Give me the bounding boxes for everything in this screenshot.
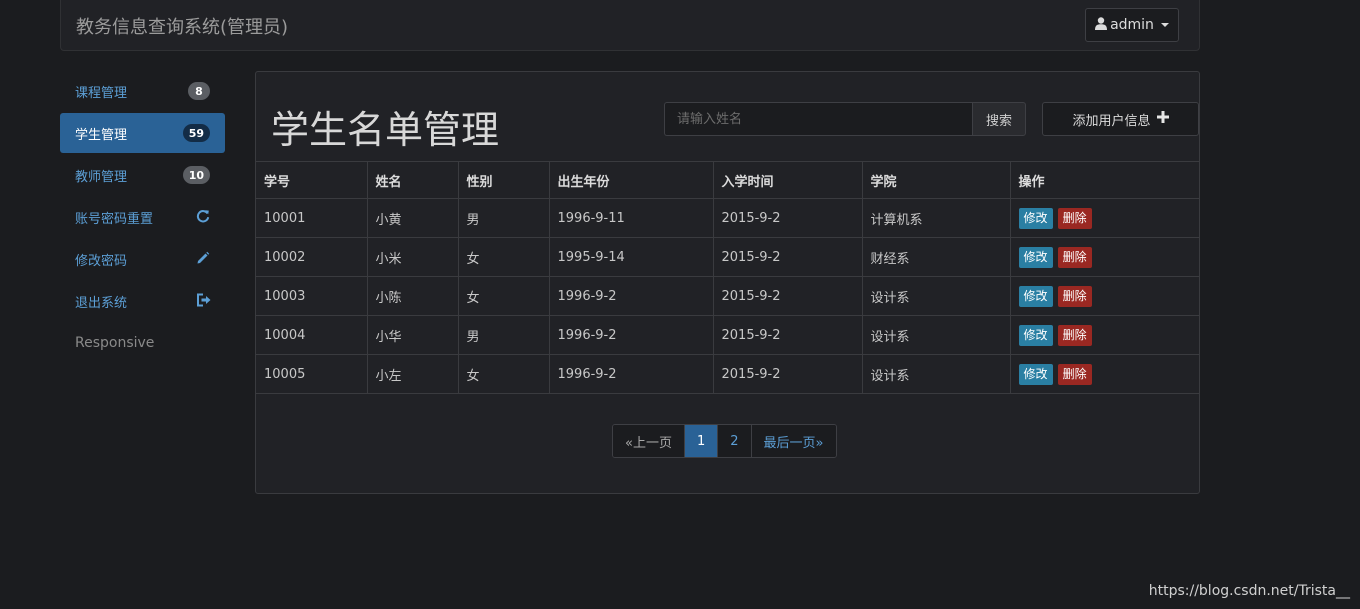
student-name: 小华 bbox=[366, 315, 459, 355]
table-row: 10003 小陈 女 1996-9-2 2015-9-2 设计系 修改 删除 bbox=[256, 276, 1199, 316]
table-header-row: 学号 姓名 性别 出生年份 入学时间 学院 操作 bbox=[256, 161, 1199, 199]
student-enroll-date: 2015-9-2 bbox=[712, 198, 863, 238]
sidebar-item-label: 退出系统 bbox=[75, 295, 128, 311]
user-icon bbox=[1095, 16, 1108, 34]
student-college: 计算机系 bbox=[861, 198, 1011, 238]
student-gender: 女 bbox=[457, 276, 550, 316]
delete-button[interactable]: 删除 bbox=[1057, 363, 1092, 385]
sidebar-item-course[interactable]: 课程管理 8 bbox=[60, 71, 225, 111]
student-college: 设计系 bbox=[861, 315, 1011, 355]
sidebar-item-responsive[interactable]: Responsive bbox=[60, 323, 225, 363]
student-enroll-date: 2015-9-2 bbox=[712, 315, 863, 355]
row-actions: 修改 删除 bbox=[1009, 276, 1199, 316]
user-name: admin bbox=[1110, 17, 1154, 33]
edit-button[interactable]: 修改 bbox=[1018, 285, 1053, 307]
column-header: 学号 bbox=[256, 161, 368, 199]
sidebar-item-label: 修改密码 bbox=[75, 253, 128, 269]
row-actions: 修改 删除 bbox=[1009, 237, 1199, 277]
page-title: 学生名单管理 bbox=[271, 108, 500, 152]
sidebar-item-student[interactable]: 学生管理 59 bbox=[60, 113, 225, 153]
table-row: 10004 小华 男 1996-9-2 2015-9-2 设计系 修改 删除 bbox=[256, 315, 1199, 355]
search-button[interactable]: 搜索 bbox=[972, 102, 1026, 136]
student-college: 设计系 bbox=[861, 276, 1011, 316]
student-gender: 男 bbox=[457, 198, 550, 238]
add-user-button[interactable]: 添加用户信息 bbox=[1042, 102, 1199, 136]
sidebar-item-label: 学生管理 bbox=[75, 127, 128, 143]
student-birth: 1996-9-2 bbox=[548, 315, 714, 355]
student-name: 小左 bbox=[366, 354, 459, 394]
student-id: 10001 bbox=[256, 198, 368, 238]
table-row: 10002 小米 女 1995-9-14 2015-9-2 财经系 修改 删除 bbox=[256, 237, 1199, 277]
student-id: 10003 bbox=[256, 276, 368, 316]
delete-button[interactable]: 删除 bbox=[1057, 324, 1092, 346]
student-enroll-date: 2015-9-2 bbox=[712, 276, 863, 316]
chevron-down-icon bbox=[1160, 23, 1169, 27]
sidebar-nav: 课程管理 8 学生管理 59 教师管理 10 账号密码重置 修改密码 退出系统 bbox=[60, 71, 225, 365]
last-page-button[interactable]: 最后一页» bbox=[750, 425, 836, 457]
column-header: 入学时间 bbox=[712, 161, 863, 199]
edit-button[interactable]: 修改 bbox=[1018, 363, 1053, 385]
column-header: 学院 bbox=[861, 161, 1011, 199]
delete-button[interactable]: 删除 bbox=[1057, 246, 1092, 268]
edit-button[interactable]: 修改 bbox=[1018, 246, 1053, 268]
sidebar-item-label: Responsive bbox=[75, 335, 155, 351]
top-navbar: 教务信息查询系统(管理员) admin bbox=[60, 0, 1200, 51]
pencil-icon bbox=[195, 250, 211, 266]
student-gender: 男 bbox=[457, 315, 550, 355]
delete-button[interactable]: 删除 bbox=[1057, 285, 1092, 307]
app-title[interactable]: 教务信息查询系统(管理员) bbox=[76, 13, 288, 39]
student-college: 设计系 bbox=[861, 354, 1011, 394]
row-actions: 修改 删除 bbox=[1009, 198, 1199, 238]
student-enroll-date: 2015-9-2 bbox=[712, 354, 863, 394]
page-number-button[interactable]: 2 bbox=[717, 425, 751, 457]
main-panel: 学生名单管理 搜索 添加用户信息 学号 姓名 性别 出生年份 入学时间 学院 操… bbox=[255, 71, 1200, 494]
pagination: «上一页 1 2 最后一页» bbox=[612, 424, 837, 458]
count-badge: 59 bbox=[182, 124, 210, 142]
row-actions: 修改 删除 bbox=[1009, 315, 1199, 355]
student-birth: 1996-9-2 bbox=[548, 354, 714, 394]
prev-page-button[interactable]: «上一页 bbox=[613, 425, 684, 457]
student-id: 10005 bbox=[256, 354, 368, 394]
row-actions: 修改 删除 bbox=[1009, 354, 1199, 394]
count-badge: 10 bbox=[182, 166, 210, 184]
sidebar-item-teacher[interactable]: 教师管理 10 bbox=[60, 155, 225, 195]
delete-button[interactable]: 删除 bbox=[1057, 207, 1092, 229]
count-badge: 8 bbox=[188, 82, 210, 100]
student-name: 小黄 bbox=[366, 198, 459, 238]
add-user-label: 添加用户信息 bbox=[1072, 113, 1151, 129]
sidebar-item-reset-password[interactable]: 账号密码重置 bbox=[60, 197, 225, 237]
student-gender: 女 bbox=[457, 237, 550, 277]
student-birth: 1996-9-2 bbox=[548, 276, 714, 316]
watermark: https://blog.csdn.net/Trista__ bbox=[1148, 583, 1350, 599]
student-name: 小陈 bbox=[366, 276, 459, 316]
student-enroll-date: 2015-9-2 bbox=[712, 237, 863, 277]
plus-icon bbox=[1156, 111, 1169, 127]
column-header: 姓名 bbox=[366, 161, 459, 199]
student-gender: 女 bbox=[457, 354, 550, 394]
edit-button[interactable]: 修改 bbox=[1018, 324, 1053, 346]
page-number-button[interactable]: 1 bbox=[683, 425, 718, 457]
search-input[interactable] bbox=[664, 102, 974, 136]
sidebar-item-logout[interactable]: 退出系统 bbox=[60, 281, 225, 321]
student-birth: 1995-9-14 bbox=[548, 237, 714, 277]
edit-button[interactable]: 修改 bbox=[1018, 207, 1053, 229]
sidebar-item-label: 课程管理 bbox=[75, 85, 128, 101]
user-menu-button[interactable]: admin bbox=[1085, 8, 1179, 42]
student-birth: 1996-9-11 bbox=[548, 198, 714, 238]
table-row: 10001 小黄 男 1996-9-11 2015-9-2 计算机系 修改 删除 bbox=[256, 198, 1199, 238]
sidebar-item-label: 账号密码重置 bbox=[75, 211, 154, 227]
refresh-icon bbox=[195, 208, 211, 224]
student-table: 学号 姓名 性别 出生年份 入学时间 学院 操作 10001 小黄 男 1996… bbox=[256, 161, 1199, 394]
column-header: 操作 bbox=[1009, 161, 1199, 199]
student-college: 财经系 bbox=[861, 237, 1011, 277]
sidebar-item-label: 教师管理 bbox=[75, 169, 128, 185]
sidebar-item-change-password[interactable]: 修改密码 bbox=[60, 239, 225, 279]
logout-icon bbox=[195, 292, 211, 308]
student-name: 小米 bbox=[366, 237, 459, 277]
student-id: 10004 bbox=[256, 315, 368, 355]
column-header: 出生年份 bbox=[548, 161, 714, 199]
table-row: 10005 小左 女 1996-9-2 2015-9-2 设计系 修改 删除 bbox=[256, 354, 1199, 394]
column-header: 性别 bbox=[457, 161, 550, 199]
student-id: 10002 bbox=[256, 237, 368, 277]
